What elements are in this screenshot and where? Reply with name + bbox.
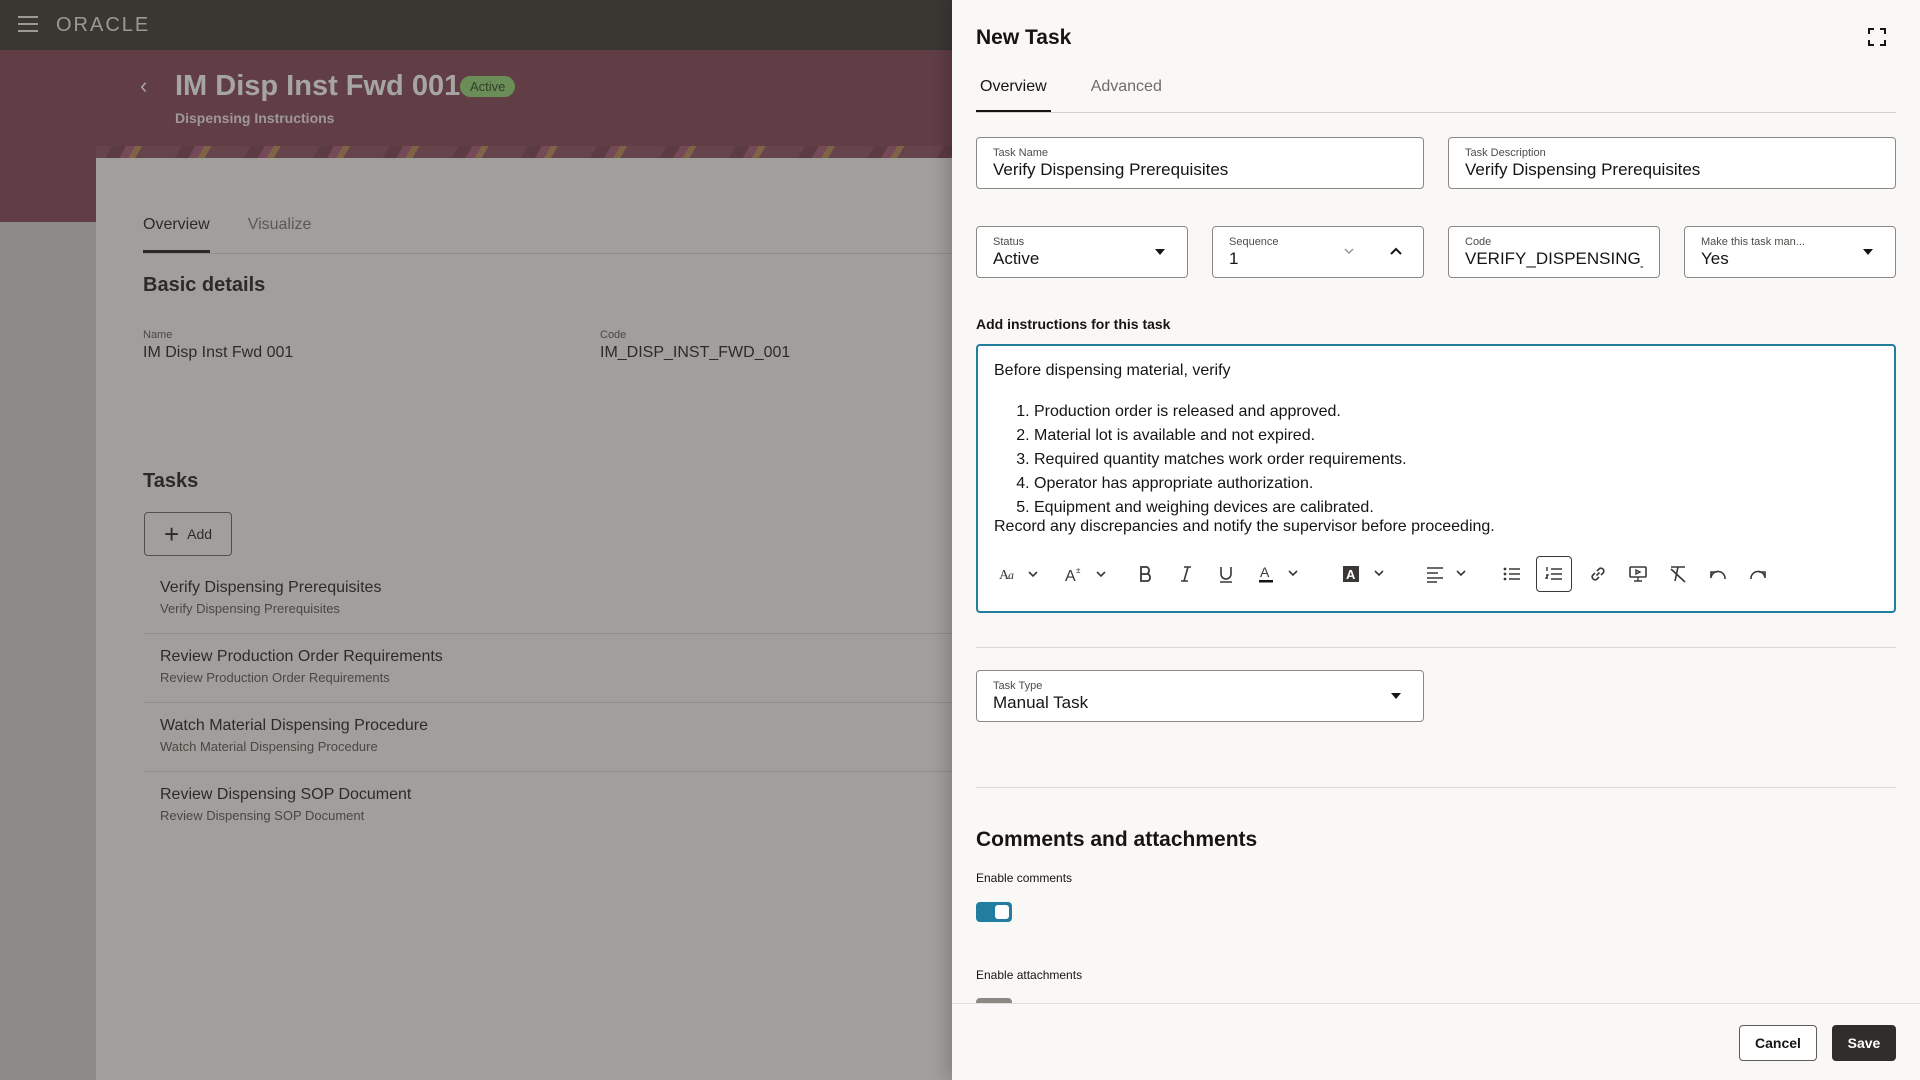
presentation-icon xyxy=(1629,566,1647,582)
font-size-icon: Aa xyxy=(999,568,1038,582)
drawer-footer: Cancel Save xyxy=(952,1003,1920,1080)
instructions-intro: Before dispensing material, verify xyxy=(994,362,1231,379)
cancel-button[interactable]: Cancel xyxy=(1739,1025,1817,1061)
instructions-steps: Production order is released and approve… xyxy=(1034,400,1407,520)
bullet-list-button[interactable] xyxy=(1496,556,1528,592)
modal-scrim[interactable] xyxy=(0,0,952,1080)
section-divider xyxy=(976,647,1896,648)
list-item: Operator has appropriate authorization. xyxy=(1034,472,1407,496)
task-name-field[interactable]: Task Name Verify Dispensing Prerequisite… xyxy=(976,137,1424,189)
task-description-field[interactable]: Task Description Verify Dispensing Prere… xyxy=(1448,137,1896,189)
clear-format-button[interactable] xyxy=(1662,556,1694,592)
mandatory-value: Yes xyxy=(1701,249,1729,268)
instructions-outro: Record any discrepancies and notify the … xyxy=(994,518,1495,535)
task-description-value: Verify Dispensing Prerequisites xyxy=(1465,160,1701,179)
instructions-rich-text-editor[interactable]: Before dispensing material, verify Produ… xyxy=(976,344,1896,613)
mandatory-select[interactable]: Make this task man... Yes xyxy=(1684,226,1896,278)
sequence-value: 1 xyxy=(1229,249,1239,268)
editor-toolbar: Aa A ± A A xyxy=(994,556,1874,592)
enable-comments-label: Enable comments xyxy=(976,871,1073,885)
text-style-button[interactable]: A ± xyxy=(1062,556,1114,592)
code-label: Code xyxy=(1465,236,1492,248)
numbered-list-button[interactable] xyxy=(1536,556,1572,592)
dropdown-caret-icon xyxy=(1155,249,1165,255)
svg-text:a: a xyxy=(1008,568,1014,582)
font-size-button[interactable]: Aa xyxy=(994,556,1044,592)
tab-overview[interactable]: Overview xyxy=(976,78,1051,113)
enable-comments-toggle[interactable] xyxy=(976,902,1012,922)
code-value: VERIFY_DISPENSING_PR xyxy=(1465,249,1643,268)
svg-text:A: A xyxy=(1260,564,1270,580)
tab-advanced[interactable]: Advanced xyxy=(1087,78,1166,113)
align-left-icon xyxy=(1427,567,1466,583)
increment-chevron-icon[interactable] xyxy=(1389,244,1403,258)
task-name-value: Verify Dispensing Prerequisites xyxy=(993,160,1229,179)
list-item: Production order is released and approve… xyxy=(1034,400,1407,424)
highlight-color-button[interactable]: A xyxy=(1340,556,1392,592)
expand-icon[interactable] xyxy=(1868,28,1886,46)
instructions-label: Add instructions for this task xyxy=(976,316,1171,332)
list-item: Material lot is available and not expire… xyxy=(1034,424,1407,448)
align-button[interactable] xyxy=(1424,556,1476,592)
insert-media-button[interactable] xyxy=(1622,556,1654,592)
redo-button[interactable] xyxy=(1742,556,1774,592)
dropdown-caret-icon xyxy=(1391,693,1401,699)
sequence-label: Sequence xyxy=(1229,236,1279,248)
redo-icon xyxy=(1750,570,1766,580)
svg-text:A: A xyxy=(1346,567,1356,582)
undo-icon xyxy=(1710,570,1726,580)
font-color-button[interactable]: A xyxy=(1256,556,1308,592)
bullet-list-icon xyxy=(1503,567,1520,581)
mandatory-label: Make this task man... xyxy=(1701,236,1805,248)
drawer-tabs: Overview Advanced xyxy=(976,78,1166,113)
underline-button[interactable] xyxy=(1210,556,1242,592)
dropdown-caret-icon xyxy=(1863,249,1873,255)
enable-attachments-label: Enable attachments xyxy=(976,968,1083,982)
task-description-label: Task Description xyxy=(1465,147,1546,159)
svg-text:A: A xyxy=(1065,568,1076,583)
code-field[interactable]: Code VERIFY_DISPENSING_PR xyxy=(1448,226,1660,278)
task-type-value: Manual Task xyxy=(993,693,1089,712)
superscript-icon: A ± xyxy=(1065,566,1106,583)
list-item: Required quantity matches work order req… xyxy=(1034,448,1407,472)
bold-button[interactable] xyxy=(1130,556,1162,592)
font-color-icon: A xyxy=(1259,564,1298,583)
task-type-select[interactable]: Task Type Manual Task xyxy=(976,670,1424,722)
decrement-chevron-icon[interactable] xyxy=(1343,245,1355,257)
italic-button[interactable] xyxy=(1170,556,1202,592)
status-select[interactable]: Status Active xyxy=(976,226,1188,278)
undo-button[interactable] xyxy=(1702,556,1734,592)
italic-icon xyxy=(1181,566,1191,582)
status-label: Status xyxy=(993,236,1025,248)
task-type-label: Task Type xyxy=(993,680,1043,692)
svg-text:±: ± xyxy=(1076,566,1081,575)
sequence-stepper[interactable]: Sequence 1 xyxy=(1212,226,1424,278)
list-item: Equipment and weighing devices are calib… xyxy=(1034,496,1407,520)
new-task-drawer: New Task Overview Advanced Task Name Ver… xyxy=(952,0,1920,1080)
numbered-list-icon xyxy=(1545,567,1562,580)
save-button[interactable]: Save xyxy=(1832,1025,1896,1061)
drawer-tabs-divider xyxy=(976,112,1896,113)
section-divider xyxy=(976,787,1896,788)
highlight-color-icon: A xyxy=(1343,566,1384,582)
underline-icon xyxy=(1220,567,1232,583)
task-name-label: Task Name xyxy=(993,147,1049,159)
link-button[interactable] xyxy=(1582,556,1614,592)
comments-attachments-heading: Comments and attachments xyxy=(976,828,1258,851)
link-icon xyxy=(1591,567,1605,581)
status-value: Active xyxy=(993,249,1040,268)
bold-icon xyxy=(1140,566,1151,582)
drawer-title: New Task xyxy=(976,26,1072,49)
clear-formatting-icon xyxy=(1670,566,1686,583)
